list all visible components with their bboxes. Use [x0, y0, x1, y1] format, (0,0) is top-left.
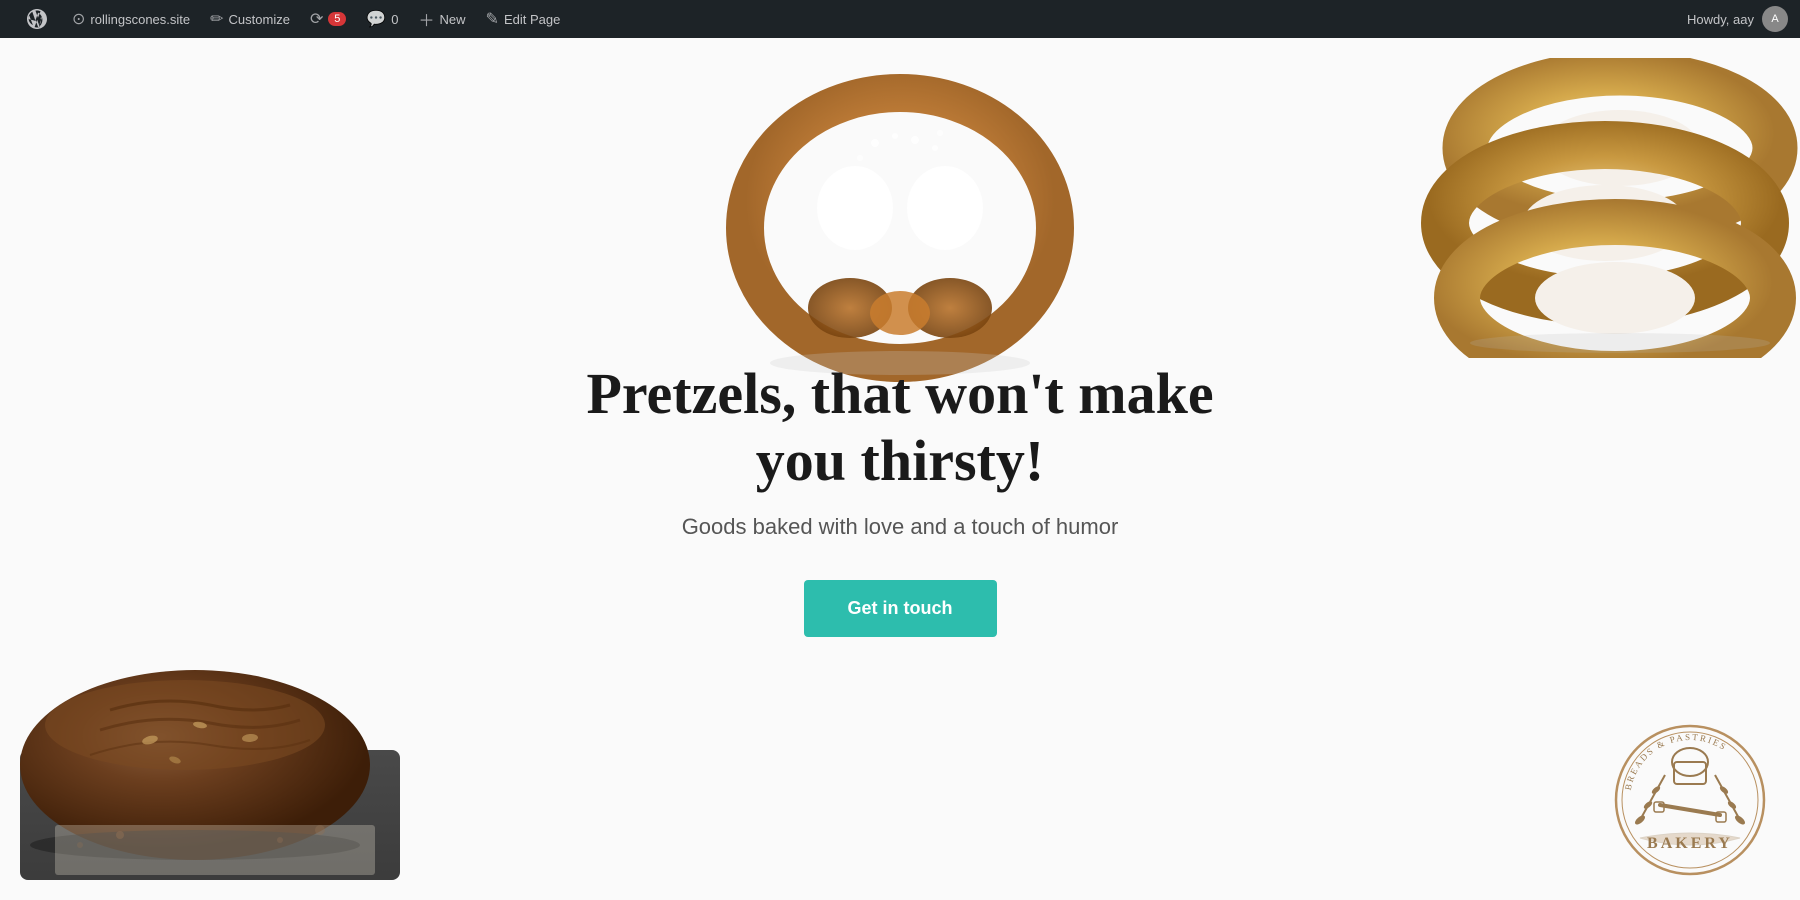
bread-image: [0, 550, 420, 900]
hero-subtitle: Goods baked with love and a touch of hum…: [550, 514, 1250, 540]
user-avatar[interactable]: A: [1762, 6, 1788, 32]
comments-button[interactable]: 💬 0: [356, 0, 408, 38]
bagels-image: [1420, 58, 1800, 358]
edit-page-button[interactable]: ✎ Edit Page: [476, 0, 571, 38]
updates-count: 5: [328, 12, 346, 26]
new-label: New: [440, 12, 466, 27]
wp-logo-button[interactable]: [12, 0, 62, 38]
hero-title: Pretzels, that won't make you thirsty!: [550, 361, 1250, 494]
user-greeting: Howdy, aay: [1687, 12, 1754, 27]
customize-icon: ✏: [210, 9, 223, 29]
customize-button[interactable]: ✏ Customize: [200, 0, 300, 38]
updates-icon: ⟳: [310, 9, 323, 29]
svg-text:BAKERY: BAKERY: [1647, 835, 1733, 852]
edit-label: Edit Page: [504, 12, 560, 27]
hero-section: Pretzels, that won't make you thirsty! G…: [0, 38, 1800, 900]
edit-icon: ✎: [486, 9, 499, 29]
new-icon: ＋: [419, 7, 435, 31]
wordpress-logo-icon: [22, 4, 52, 34]
site-url-label: rollingscones.site: [90, 12, 190, 27]
customize-label: Customize: [229, 12, 290, 27]
comments-count: 0: [391, 12, 398, 27]
site-icon: ⊙: [72, 9, 85, 29]
bakery-logo: .bakery-text { font-family: Georgia, ser…: [1610, 720, 1770, 880]
updates-button[interactable]: ⟳ 5: [300, 0, 356, 38]
admin-user-area: Howdy, aay A: [1687, 6, 1788, 32]
pretzel-image: [720, 68, 1080, 388]
page-content: Pretzels, that won't make you thirsty! G…: [0, 38, 1800, 900]
hero-text-container: Pretzels, that won't make you thirsty! G…: [550, 361, 1250, 637]
site-name-button[interactable]: ⊙ rollingscones.site: [62, 0, 200, 38]
admin-bar: ⊙ rollingscones.site ✏ Customize ⟳ 5 💬 0…: [0, 0, 1800, 38]
get-in-touch-button[interactable]: Get in touch: [804, 580, 997, 637]
new-content-button[interactable]: ＋ New: [409, 0, 476, 38]
comments-icon: 💬: [366, 9, 386, 29]
